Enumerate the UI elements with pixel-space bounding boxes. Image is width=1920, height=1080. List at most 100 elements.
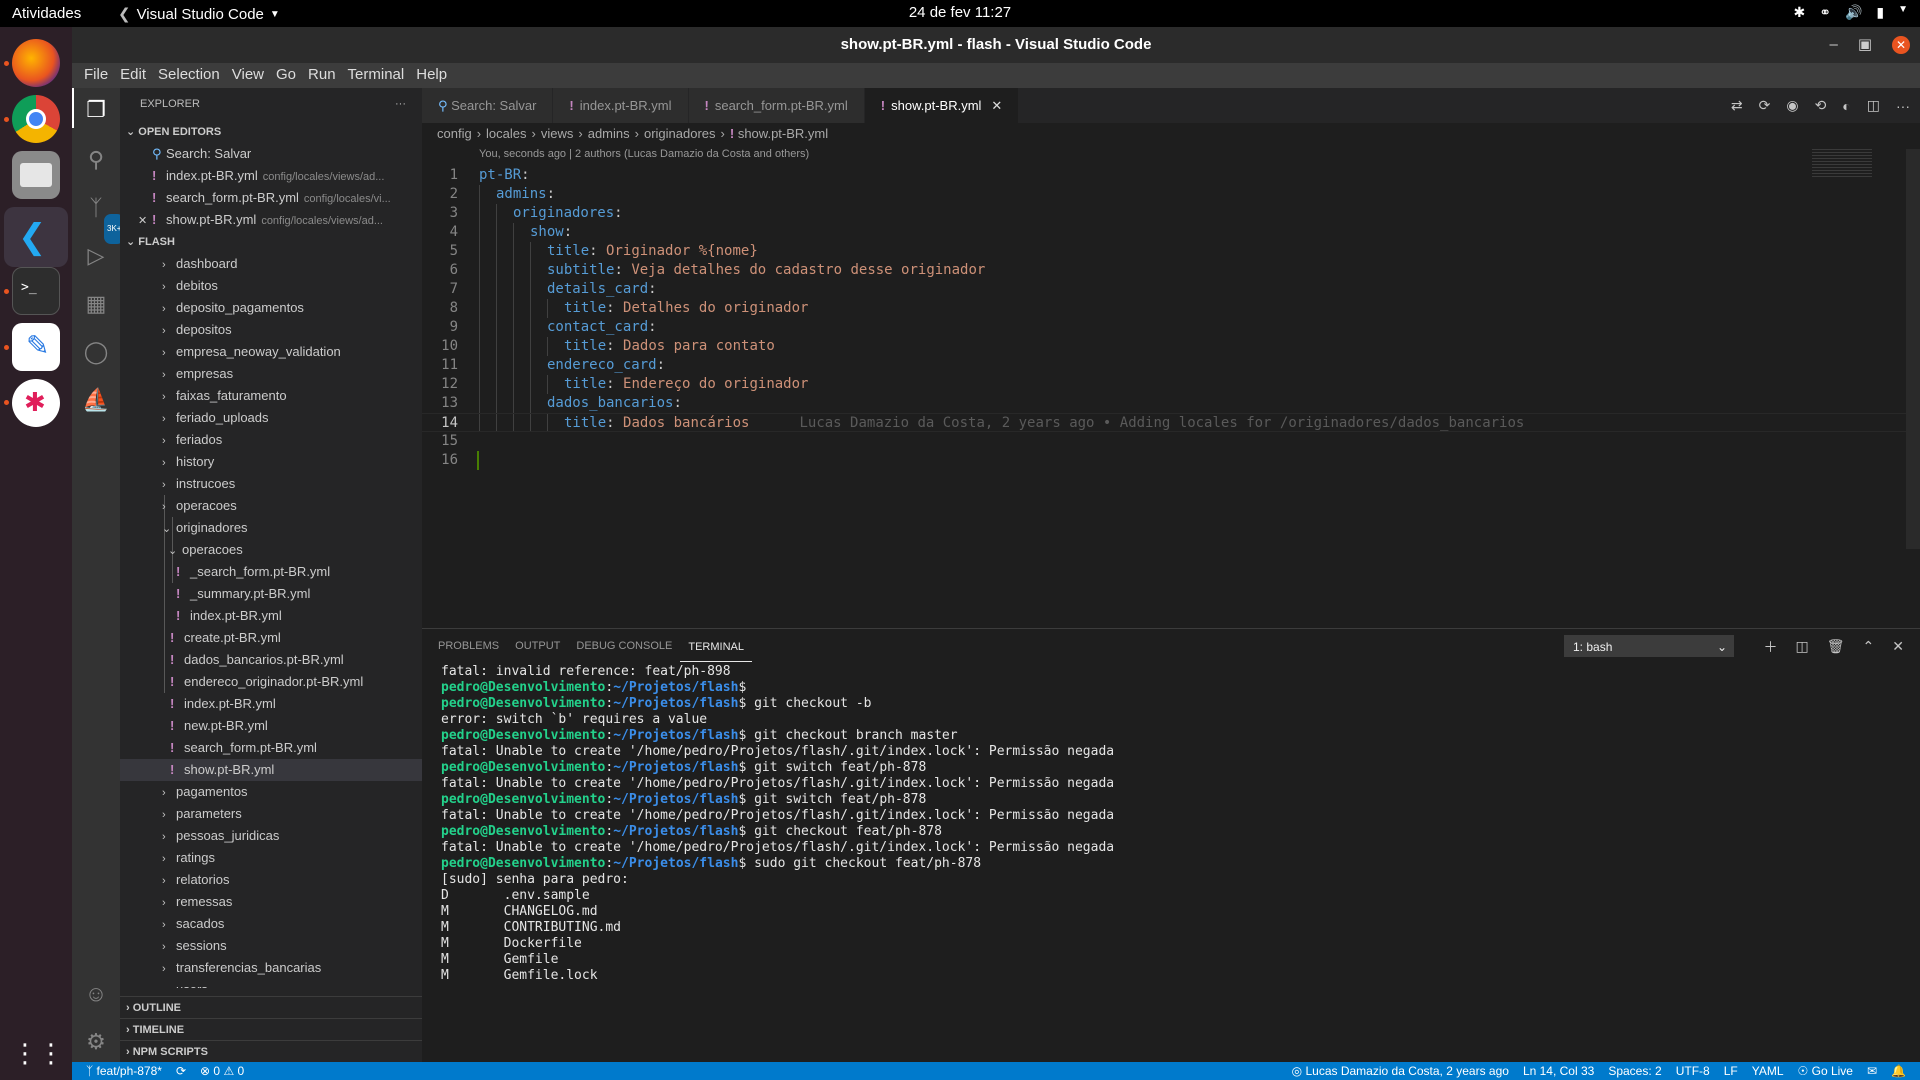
git-graph-icon[interactable]: ◯ <box>82 338 110 366</box>
explorer-icon[interactable]: ❐ <box>82 96 110 124</box>
open-editor-item[interactable]: ! index.pt-BR.yml config/locales/views/ad.… <box>120 165 422 187</box>
tree-item[interactable]: ⌄ originadores <box>120 517 422 539</box>
tree-item[interactable]: ! create.pt-BR.yml <box>120 627 422 649</box>
section-outline[interactable]: › OUTLINE <box>120 996 422 1018</box>
tab-index-pt-br-yml[interactable]: ! index.pt-BR.yml <box>553 88 689 123</box>
run-debug-icon[interactable]: ▷ <box>82 242 110 270</box>
tree-item[interactable]: ! _search_form.pt-BR.yml <box>120 561 422 583</box>
menu-item-go[interactable]: Go <box>270 63 302 88</box>
tree-item[interactable]: › sessions <box>120 935 422 957</box>
docker-icon[interactable]: ⛵ <box>82 386 110 414</box>
feedback-icon[interactable]: ✉ <box>1867 1062 1877 1080</box>
menu-item-selection[interactable]: Selection <box>152 63 226 88</box>
sync-icon[interactable]: ⟳ <box>176 1062 186 1080</box>
window-titlebar[interactable]: show.pt-BR.yml - flash - Visual Studio C… <box>72 27 1920 63</box>
menu-item-view[interactable]: View <box>226 63 270 88</box>
menu-item-terminal[interactable]: Terminal <box>342 63 411 88</box>
terminal-icon[interactable]: >_ <box>12 267 60 315</box>
tree-item[interactable]: › empresas <box>120 363 422 385</box>
notifications-icon[interactable]: 🔔 <box>1891 1062 1906 1080</box>
tree-item[interactable]: › dashboard <box>120 253 422 275</box>
editor-scrollbar[interactable] <box>1906 149 1920 549</box>
files-icon[interactable] <box>12 151 60 199</box>
cursor-position[interactable]: Ln 14, Col 33 <box>1523 1062 1594 1080</box>
end-of-line[interactable]: LF <box>1724 1062 1738 1080</box>
close-tab-icon[interactable]: ✕ <box>991 98 1002 113</box>
breadcrumb-item[interactable]: locales <box>486 126 526 141</box>
tree-item[interactable]: › sacados <box>120 913 422 935</box>
search-icon[interactable]: ⚲ <box>82 146 110 174</box>
breadcrumb-item[interactable]: originadores <box>644 126 716 141</box>
tab-search-form-pt-br-yml[interactable]: ! search_form.pt-BR.yml <box>688 88 865 123</box>
source-control-icon[interactable]: ᛉ 3K+ <box>82 194 125 244</box>
system-tray[interactable]: ✱ ⚭ 🔊 ▮ ▼ <box>1793 4 1908 21</box>
language-mode[interactable]: YAML <box>1752 1062 1784 1080</box>
tree-item[interactable]: ! new.pt-BR.yml <box>120 715 422 737</box>
git-next-icon[interactable]: ⟲ <box>1815 97 1827 114</box>
panel-tab-terminal[interactable]: TERMINAL <box>680 632 752 662</box>
tree-item[interactable]: › instrucoes <box>120 473 422 495</box>
extensions-icon[interactable]: ▦ <box>82 290 110 318</box>
section-npm-scripts[interactable]: › NPM SCRIPTS <box>120 1040 422 1062</box>
minimize-icon[interactable]: – <box>1829 27 1837 63</box>
tree-item[interactable]: › pagamentos <box>120 781 422 803</box>
tree-item[interactable]: › operacoes <box>120 495 422 517</box>
breadcrumb-item[interactable]: views <box>541 126 574 141</box>
tree-item[interactable]: ! endereco_originador.pt-BR.yml <box>120 671 422 693</box>
chrome-icon[interactable] <box>12 95 60 143</box>
menu-item-help[interactable]: Help <box>410 63 453 88</box>
breadcrumb-item[interactable]: config <box>437 126 472 141</box>
maximize-panel-icon[interactable]: ⌃ <box>1863 638 1875 655</box>
more-actions-icon[interactable]: ··· <box>395 88 406 121</box>
slack-icon[interactable]: ✱ <box>12 379 60 427</box>
tree-item[interactable]: › ratings <box>120 847 422 869</box>
split-editor-icon[interactable]: ◫ <box>1867 97 1880 114</box>
menu-item-edit[interactable]: Edit <box>114 63 152 88</box>
git-commit-icon[interactable]: ◉ <box>1786 97 1798 114</box>
open-editor-item[interactable]: ✕! show.pt-BR.yml config/locales/views/ad.… <box>120 209 422 231</box>
panel-tab-problems[interactable]: PROBLEMS <box>430 629 507 664</box>
tree-item[interactable]: ⌄ operacoes <box>120 539 422 561</box>
more-actions-icon[interactable]: ··· <box>1896 98 1910 114</box>
close-window-icon[interactable]: ✕ <box>1892 36 1910 54</box>
folder-header[interactable]: ⌄ FLASH <box>120 231 422 253</box>
open-editors-header[interactable]: ⌄ OPEN EDITORS <box>120 121 422 143</box>
tree-item[interactable]: › depositos <box>120 319 422 341</box>
tree-item[interactable]: › deposito_pagamentos <box>120 297 422 319</box>
code-editor[interactable]: 1 pt-BR: 2 admins: 3 originadores: 4 show: 5 titl… <box>422 166 1912 616</box>
clock[interactable]: 24 de fev 11:27 <box>0 4 1920 21</box>
go-live-button[interactable]: ☉ Go Live <box>1798 1062 1853 1080</box>
terminal-select[interactable]: 1: bash ⌄ <box>1564 635 1734 657</box>
panel-tab-debug-console[interactable]: DEBUG CONSOLE <box>568 629 680 664</box>
tree-item[interactable]: ⌄users <box>120 979 422 988</box>
section-timeline[interactable]: › TIMELINE <box>120 1018 422 1040</box>
open-editor-item[interactable]: ⚲ Search: Salvar <box>120 143 422 165</box>
manage-gear-icon[interactable]: ⚙ <box>82 1028 110 1056</box>
encoding[interactable]: UTF-8 <box>1676 1062 1710 1080</box>
breadcrumb-item[interactable]: show.pt-BR.yml <box>738 126 828 141</box>
accounts-icon[interactable]: ☺ <box>82 980 110 1008</box>
tree-item[interactable]: › history <box>120 451 422 473</box>
trash-icon[interactable]: 🗑 <box>1827 638 1845 655</box>
open-changes-icon[interactable]: ⇄ <box>1731 97 1743 114</box>
close-icon[interactable]: ✕ <box>138 210 152 231</box>
codelens-blame[interactable]: You, seconds ago | 2 authors (Lucas Dama… <box>422 145 1920 163</box>
problems-status[interactable]: ⊗ 0 ⚠ 0 <box>200 1062 244 1080</box>
tab-search-salvar[interactable]: ⚲ Search: Salvar <box>422 88 554 123</box>
git-previous-icon[interactable]: ⟳ <box>1759 97 1771 114</box>
tree-item[interactable]: › parameters <box>120 803 422 825</box>
tree-item[interactable]: › remessas <box>120 891 422 913</box>
menu-item-run[interactable]: Run <box>302 63 342 88</box>
split-terminal-icon[interactable]: ◫ <box>1796 638 1809 655</box>
firefox-icon[interactable] <box>12 39 60 87</box>
gitlens-icon[interactable]: ◐ <box>1842 98 1850 114</box>
tree-item[interactable]: ! dados_bancarios.pt-BR.yml <box>120 649 422 671</box>
terminal[interactable]: fatal: invalid reference: feat/ph-898 ped… <box>441 664 1910 1062</box>
tree-item[interactable]: ! _summary.pt-BR.yml <box>120 583 422 605</box>
tree-item[interactable]: › relatorios <box>120 869 422 891</box>
tree-item[interactable]: ! show.pt-BR.yml <box>120 759 422 781</box>
tree-item[interactable]: ! index.pt-BR.yml <box>120 693 422 715</box>
show-apps-icon[interactable]: ⋮⋮⋮ <box>12 1029 90 1077</box>
minimap[interactable] <box>1802 149 1912 189</box>
open-editor-item[interactable]: ! search_form.pt-BR.yml config/locales/vi.… <box>120 187 422 209</box>
